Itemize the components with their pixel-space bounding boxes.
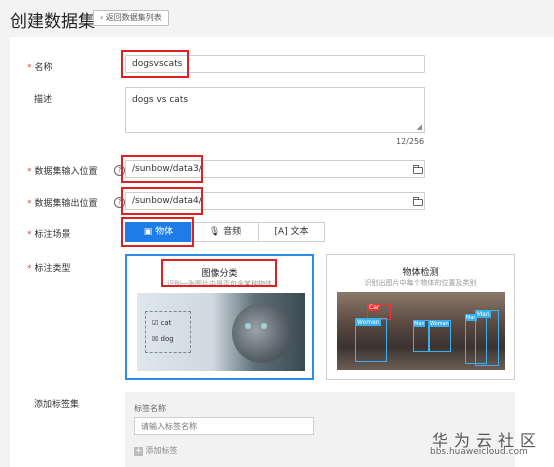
- annotation-type-label: * 标注类型: [27, 264, 71, 274]
- detection-box: Woman: [429, 320, 451, 352]
- back-button-label: 返回数据集列表: [105, 13, 162, 22]
- scene-label: * 标注场景: [27, 230, 71, 240]
- cat-figure: [232, 303, 292, 363]
- output-location-label: * 数据集输出位置: [27, 199, 98, 209]
- cat-example-image: ☑ cat ☒ dog: [137, 293, 305, 371]
- checked-label: ☑ cat: [152, 319, 172, 327]
- detection-box: Man: [475, 310, 499, 366]
- label-name-heading: 标签名称: [134, 404, 166, 413]
- description-text: dogs vs cats: [132, 95, 189, 105]
- highlight-box: [161, 259, 277, 287]
- label-name-input[interactable]: [134, 417, 314, 435]
- detection-box: Man: [413, 320, 429, 352]
- card-object-detection[interactable]: 物体检测 识别出图片中每个物体的位置及类别 Car Women Man Woma…: [326, 254, 515, 380]
- folder-icon[interactable]: [413, 165, 423, 174]
- text-icon: [A]: [274, 227, 291, 237]
- microphone-icon: 🎙: [208, 227, 224, 237]
- name-label: * 名称: [27, 63, 53, 73]
- watermark-url: bbs.huaweicloud.com: [430, 447, 528, 457]
- label-box: ☑ cat ☒ dog: [145, 311, 191, 353]
- description-textarea[interactable]: dogs vs cats ◢: [125, 87, 425, 133]
- scene-option-audio[interactable]: 🎙 音频: [191, 222, 259, 242]
- highlight-box: [121, 187, 203, 215]
- cat-eye: [245, 323, 251, 329]
- unchecked-label: ☒ dog: [152, 335, 174, 343]
- label-set-label: 添加标签集: [34, 400, 80, 410]
- checkbox-checked-icon: ☑: [152, 319, 159, 327]
- highlight-box: [121, 50, 189, 78]
- required-marker: *: [27, 63, 32, 73]
- folder-icon[interactable]: [413, 197, 423, 206]
- detection-box: Women: [355, 318, 387, 362]
- input-location-label: * 数据集输入位置: [27, 167, 98, 177]
- scene-option-text[interactable]: [A] 文本: [258, 222, 325, 242]
- add-label-button[interactable]: + 添加标签: [134, 445, 178, 456]
- highlight-box: [121, 155, 203, 183]
- description-label: 描述: [34, 95, 53, 105]
- checkbox-x-icon: ☒: [152, 335, 159, 343]
- card-title: 物体检测: [402, 268, 439, 278]
- back-to-list-button[interactable]: ‹ 返回数据集列表: [93, 10, 169, 26]
- street-example-image: Car Women Man Woman Man Man: [337, 292, 505, 370]
- card-description: 识别出图片中每个物体的位置及类别: [364, 279, 477, 287]
- resize-handle-icon[interactable]: ◢: [417, 123, 422, 131]
- char-counter: 12/256: [396, 137, 425, 146]
- plus-icon: +: [134, 446, 143, 456]
- page-title: 创建数据集: [10, 12, 95, 32]
- highlight-box: [121, 217, 194, 247]
- cat-eye: [261, 323, 267, 329]
